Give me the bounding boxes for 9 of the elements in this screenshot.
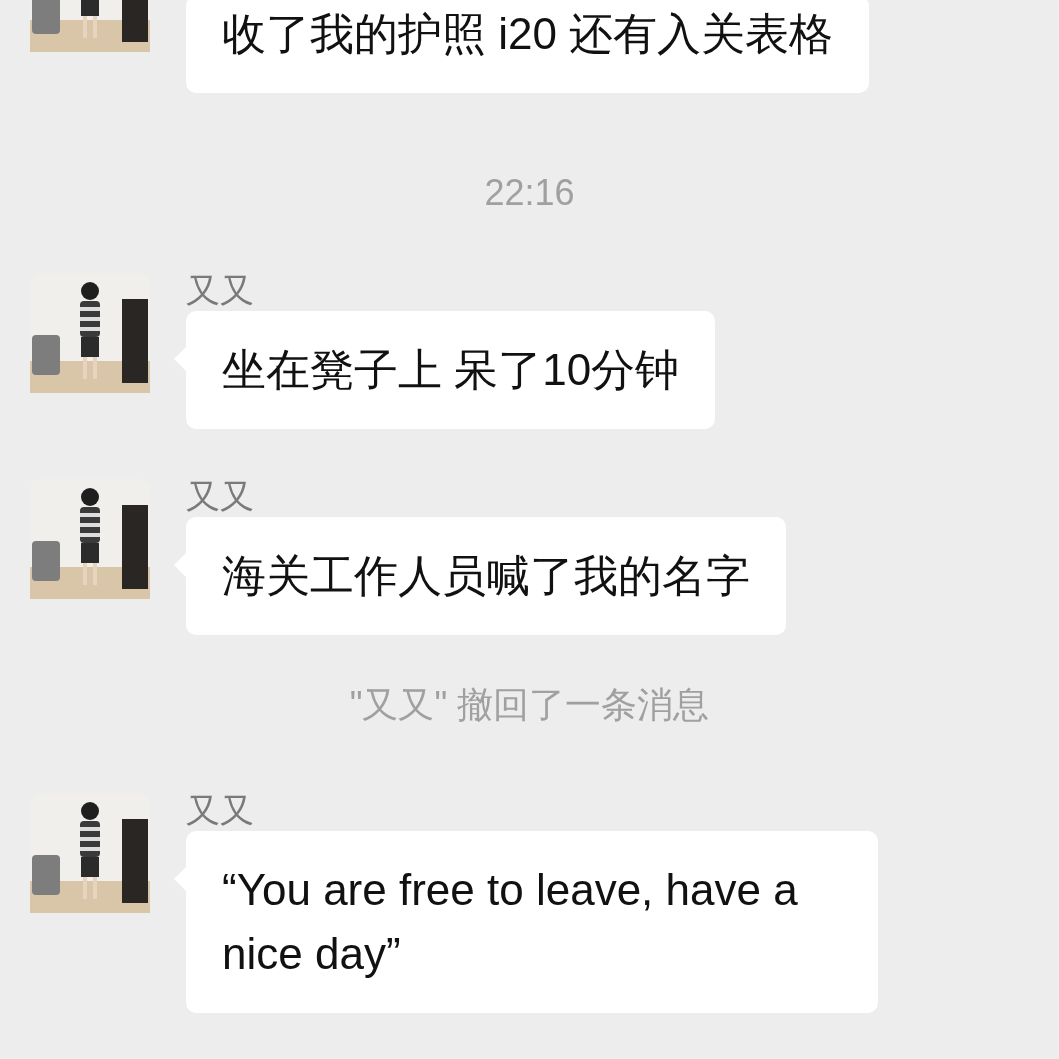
timestamp: 22:16 bbox=[484, 171, 575, 215]
message-bubble: 坐在凳子上 呆了10分钟 bbox=[186, 311, 716, 429]
message-bubble: 收了我的护照 i20 还有入关表格 bbox=[186, 0, 870, 93]
sender-name: 又又 bbox=[186, 790, 254, 831]
message-bubble: 海关工作人员喊了我的名字 bbox=[186, 517, 786, 635]
message-bubble: “You are free to leave, have a nice day” bbox=[186, 831, 878, 1013]
recall-notice: "又又" 撤回了一条消息 bbox=[349, 683, 710, 727]
sender-name: 又又 bbox=[186, 476, 254, 517]
sender-name: 又又 bbox=[186, 270, 254, 311]
